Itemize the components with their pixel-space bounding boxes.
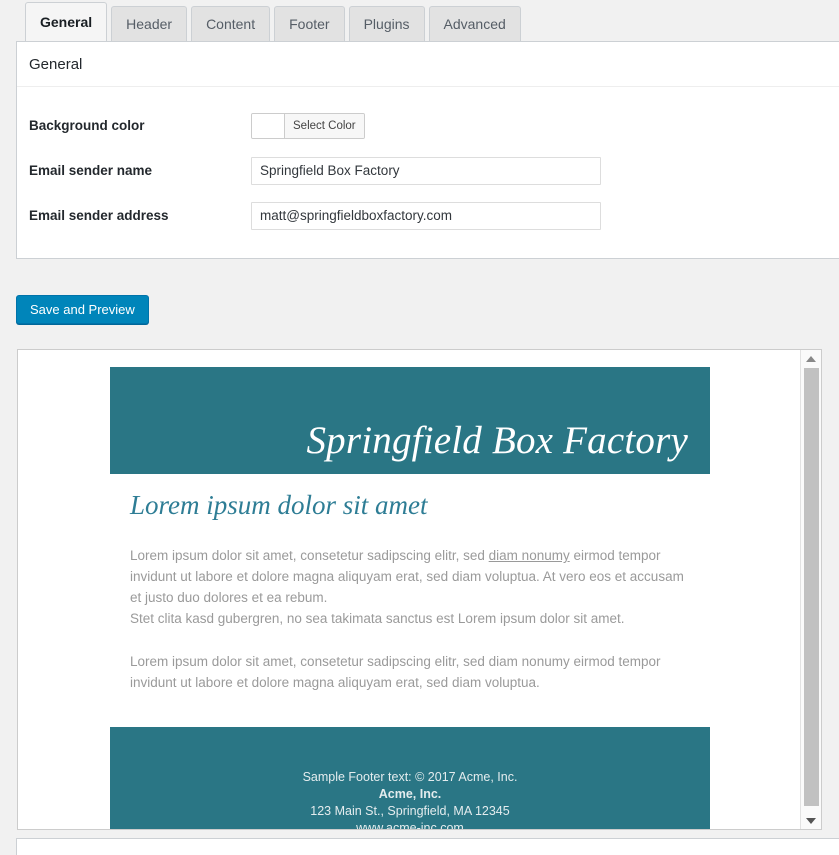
tab-list: General Header Content Footer Plugins Ad… <box>25 0 839 42</box>
triangle-down-icon <box>806 817 816 824</box>
select-color-button[interactable]: Select Color <box>285 113 364 138</box>
form-row-email-sender-name: Email sender name <box>17 148 839 193</box>
tab-header[interactable]: Header <box>111 6 188 42</box>
email-footer-banner: Sample Footer text: © 2017 Acme, Inc. Ac… <box>110 727 710 829</box>
email-preview-canvas: Springfield Box Factory Lorem ipsum dolo… <box>18 350 800 829</box>
scrollbar-down-button[interactable] <box>801 812 821 829</box>
form-row-email-sender-address: Email sender address <box>17 193 839 238</box>
email-paragraph-1: Lorem ipsum dolor sit amet, consetetur s… <box>130 545 690 629</box>
email-sender-address-input[interactable] <box>251 201 601 230</box>
diam-nonumy-link[interactable]: diam nonumy <box>489 548 570 563</box>
scrollbar-up-button[interactable] <box>801 350 821 367</box>
color-swatch[interactable] <box>252 113 285 138</box>
footer-line-4-wrapper: www.acme-inc.com <box>110 820 710 829</box>
email-header-banner: Springfield Box Factory <box>110 367 710 474</box>
email-sender-name-input[interactable] <box>251 156 601 185</box>
bottom-panel <box>16 838 839 855</box>
paragraph-1-text-before: Lorem ipsum dolor sit amet, consetetur s… <box>130 548 489 563</box>
background-color-picker[interactable]: Select Color <box>251 112 365 139</box>
footer-line-2: Acme, Inc. <box>378 787 442 801</box>
form-row-background-color: Background color Select Color <box>17 103 839 148</box>
footer-line-1: Sample Footer text: © 2017 Acme, Inc. <box>302 770 518 784</box>
paragraph-1-line-4: Stet clita kasd gubergren, no sea takima… <box>130 611 625 626</box>
tab-advanced[interactable]: Advanced <box>428 6 521 42</box>
email-body: Lorem ipsum dolor sit amet Lorem ipsum d… <box>110 490 710 715</box>
background-color-label: Background color <box>29 118 145 133</box>
tab-content[interactable]: Content <box>191 6 271 42</box>
email-preview-container: Springfield Box Factory Lorem ipsum dolo… <box>17 349 822 830</box>
email-header-title: Springfield Box Factory <box>306 419 688 462</box>
page-title: General <box>17 42 839 87</box>
tab-general[interactable]: General <box>25 2 108 42</box>
email-paragraph-2: Lorem ipsum dolor sit amet, consetetur s… <box>130 654 661 690</box>
email-sender-name-label: Email sender name <box>29 163 153 178</box>
scrollbar-thumb[interactable] <box>804 368 819 806</box>
tab-footer[interactable]: Footer <box>274 6 345 42</box>
settings-panel: General Background color Select Color Em… <box>16 41 839 259</box>
tab-plugins[interactable]: Plugins <box>348 6 425 42</box>
footer-website-link[interactable]: www.acme-inc.com <box>356 821 464 829</box>
settings-form: Background color Select Color Email send… <box>17 87 839 238</box>
footer-line-3: 123 Main St., Springfield, MA 12345 <box>310 804 510 818</box>
save-and-preview-button[interactable]: Save and Preview <box>16 295 149 324</box>
email-sender-address-label: Email sender address <box>29 208 169 223</box>
triangle-up-icon <box>806 355 816 362</box>
email-body-heading: Lorem ipsum dolor sit amet <box>130 490 428 520</box>
preview-scrollbar[interactable] <box>800 350 821 829</box>
tab-bar: General Header Content Footer Plugins Ad… <box>0 0 839 42</box>
